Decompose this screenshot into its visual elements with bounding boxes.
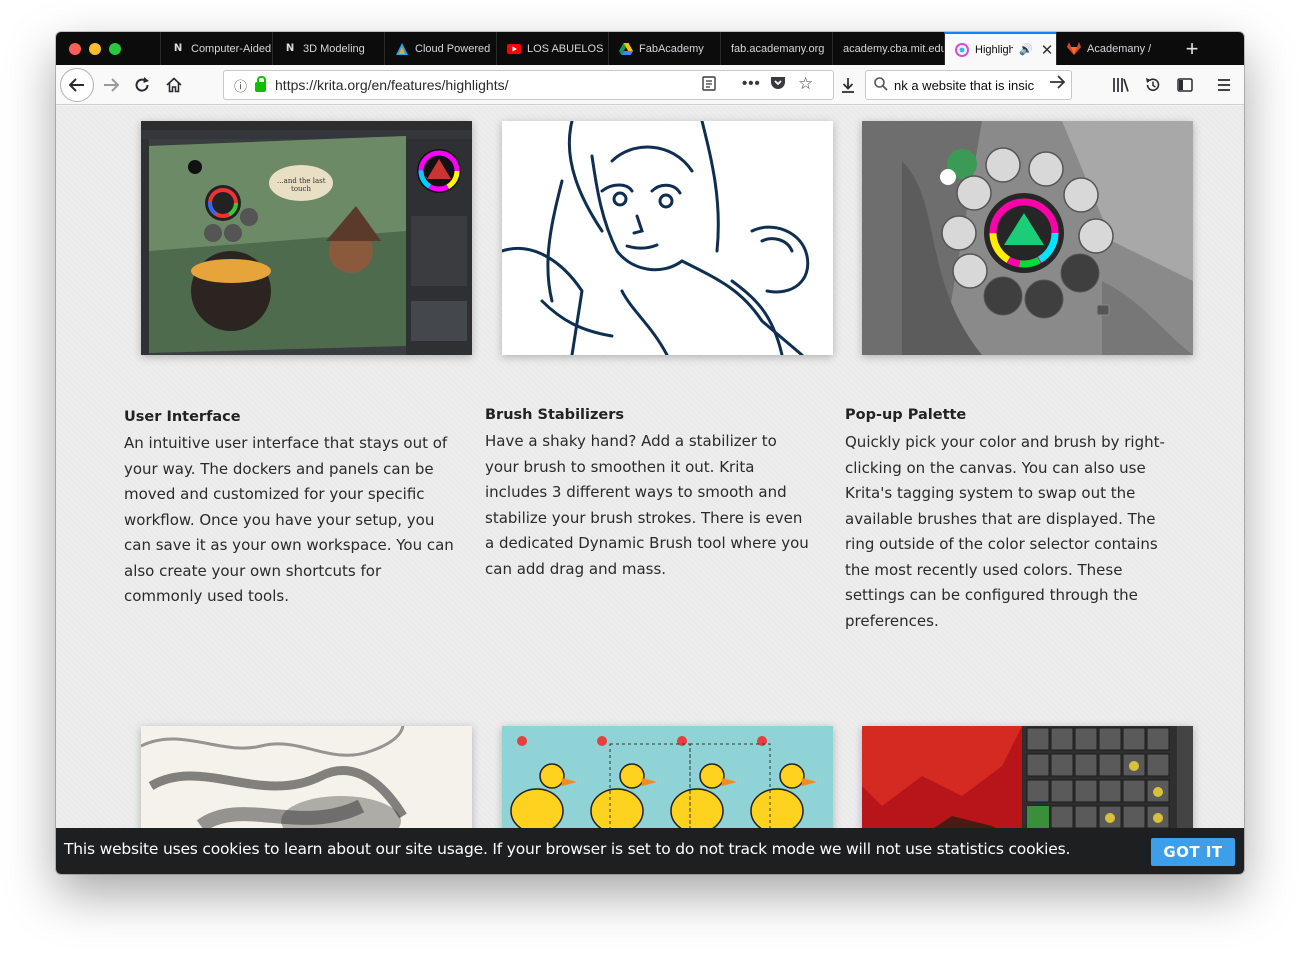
feature-body-popup-palette: Quickly pick your color and brush by rig… (845, 433, 1165, 630)
feature-title-user-interface: User Interface (124, 409, 241, 425)
window-maximize-button[interactable] (109, 43, 121, 55)
history-icon (1146, 78, 1160, 91)
go-arrow-icon[interactable] (1049, 75, 1066, 94)
popup-palette-screenshot (862, 121, 1193, 355)
tab-strip: 𝗡 Computer-Aided 𝗡 3D Modeling Cloud Pow… (56, 32, 1244, 65)
home-button[interactable] (159, 70, 189, 100)
drive-icon (619, 42, 633, 56)
browser-window: 𝗡 Computer-Aided 𝗡 3D Modeling Cloud Pow… (56, 32, 1244, 874)
url-text[interactable]: https://krita.org/en/features/highlights… (275, 77, 508, 93)
tab-3d-modeling[interactable]: 𝗡 3D Modeling (272, 32, 384, 65)
page-content: ...and the last touch User Interface An … (56, 106, 1244, 828)
window-minimize-button[interactable] (89, 43, 101, 55)
back-button[interactable] (60, 68, 94, 102)
sidebar-icon (1177, 78, 1193, 92)
tab-computer-aided[interactable]: 𝗡 Computer-Aided (160, 32, 272, 65)
svg-text:...and the last: ...and the last (277, 177, 326, 185)
cookie-banner: This website uses cookies to learn about… (56, 828, 1244, 874)
tab-cloud-powered[interactable]: Cloud Powered (384, 32, 496, 65)
tab-fab-academany[interactable]: fab.academany.org (720, 32, 832, 65)
lock-icon (255, 76, 267, 92)
search-icon (874, 76, 888, 94)
feature-body-brush-stabilizers: Have a shaky hand? Add a stabilizer to y… (485, 432, 809, 578)
info-icon[interactable]: ⓘ (234, 76, 247, 95)
library-icon (1113, 78, 1129, 92)
feature-title-popup-palette: Pop-up Palette (845, 407, 967, 423)
hamburger-icon (1218, 79, 1230, 91)
smoke-artwork-image (141, 726, 472, 828)
search-text[interactable]: nk a website that is insic (894, 78, 1034, 93)
reload-icon (135, 77, 149, 92)
got-it-button[interactable]: GOT IT (1151, 838, 1235, 866)
gitlab-icon (1067, 42, 1081, 56)
arrow-left-icon (69, 78, 84, 92)
sidebar-button[interactable] (1170, 70, 1200, 100)
user-interface-screenshot: ...and the last touch (141, 121, 472, 355)
star-icon[interactable]: ☆ (798, 74, 813, 94)
svg-text:touch: touch (291, 185, 311, 193)
home-icon (166, 77, 182, 93)
speaker-icon[interactable]: 🔊 (1019, 43, 1033, 56)
feature-title-brush-stabilizers: Brush Stabilizers (485, 407, 625, 423)
library-button[interactable] (1106, 70, 1136, 100)
menu-button[interactable] (1209, 70, 1239, 100)
duck-pattern-image (502, 726, 833, 828)
reader-view-icon[interactable] (702, 76, 716, 95)
reload-button[interactable] (127, 70, 157, 100)
history-button[interactable] (1138, 70, 1168, 100)
nav-toolbar: ⓘ https://krita.org/en/features/highligh… (56, 65, 1244, 105)
tab-los-abuelos[interactable]: LOS ABUELOS (496, 32, 608, 65)
arrow-right-icon (104, 78, 119, 92)
tab-fabacademy[interactable]: FabAcademy (608, 32, 720, 65)
new-tab-button[interactable]: + (1176, 32, 1208, 65)
triangle-icon (395, 42, 409, 56)
brush-stabilizers-screenshot (502, 121, 833, 355)
logo-icon: 𝗡 (285, 43, 295, 54)
brush-presets-image (862, 726, 1193, 828)
feature-body-user-interface: An intuitive user interface that stays o… (124, 434, 454, 605)
pocket-icon[interactable] (770, 76, 786, 95)
more-actions-icon[interactable]: ••• (742, 75, 761, 92)
cookie-message: This website uses cookies to learn about… (64, 840, 1071, 858)
search-input[interactable]: nk a website that is insic (865, 70, 1072, 100)
close-icon[interactable]: ✕ (1041, 41, 1054, 59)
tab-academany[interactable]: Academany / (1056, 32, 1168, 65)
tab-highlights[interactable]: Highlights 🔊 ✕ (944, 32, 1056, 65)
youtube-icon (507, 42, 521, 56)
tab-academy-cba[interactable]: academy.cba.mit.edu (832, 32, 944, 65)
forward-button[interactable] (96, 70, 126, 100)
krita-icon (955, 42, 969, 57)
url-bar[interactable]: ⓘ https://krita.org/en/features/highligh… (223, 70, 834, 100)
download-icon (842, 78, 854, 93)
logo-icon: 𝗡 (173, 43, 183, 54)
downloads-button[interactable] (833, 70, 863, 100)
window-close-button[interactable] (69, 43, 81, 55)
